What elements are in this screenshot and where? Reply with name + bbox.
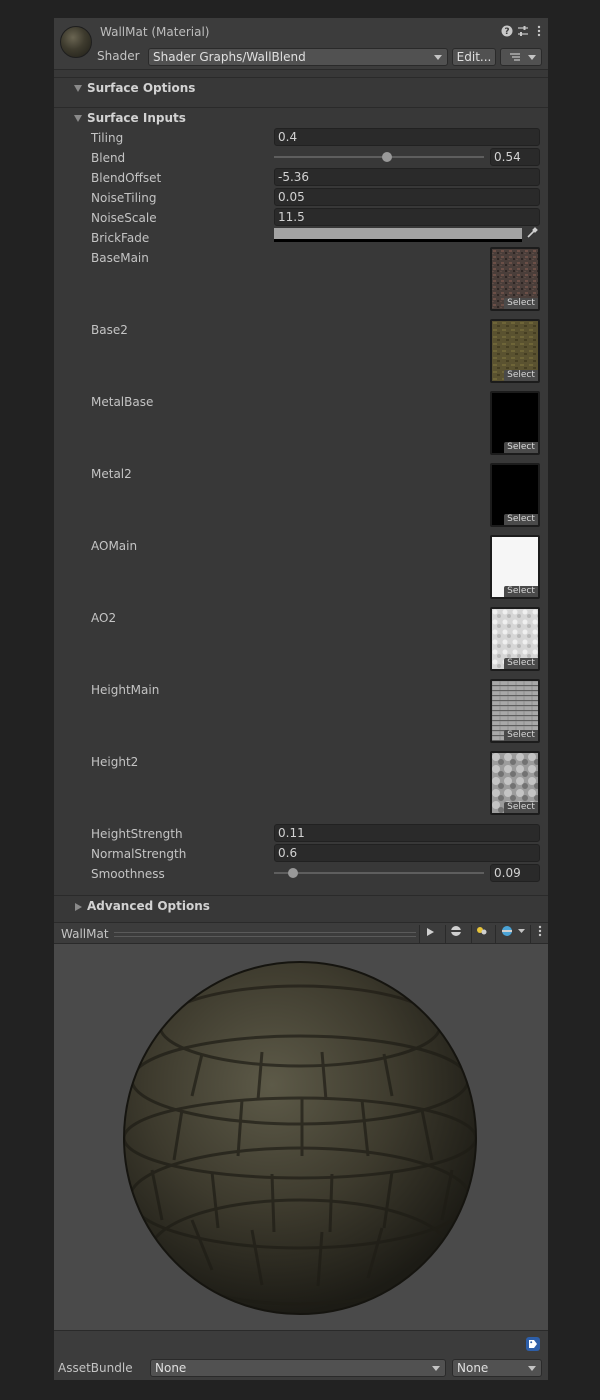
- asset-bundle-variant-value: None: [457, 1361, 489, 1375]
- material-title: WallMat (Material): [100, 25, 210, 39]
- foldout-label: Advanced Options: [87, 899, 210, 913]
- tiling-label: Tiling: [91, 131, 124, 145]
- shader-value: Shader Graphs/WallBlend: [153, 50, 306, 64]
- blend-value-field[interactable]: 0.54: [490, 148, 540, 166]
- help-icon[interactable]: ?: [500, 25, 514, 39]
- blend-label: Blend: [91, 151, 126, 165]
- texture-label-metal2: Metal2: [91, 467, 132, 481]
- select-texture-button[interactable]: Select: [504, 514, 538, 525]
- texture-slot-metal2[interactable]: Select: [490, 463, 540, 527]
- texture-label-metalbase: MetalBase: [91, 395, 154, 409]
- noise-scale-field[interactable]: 11.5: [274, 208, 540, 226]
- preview-toolbar: WallMat: [54, 922, 548, 944]
- foldout-label: Surface Inputs: [87, 111, 186, 125]
- foldout-arrow-icon: [74, 85, 82, 92]
- texture-slot-ao2[interactable]: Select: [490, 607, 540, 671]
- kebab-menu-icon[interactable]: [532, 25, 546, 39]
- lighting-icon[interactable]: [471, 925, 491, 943]
- preview-sphere: [123, 961, 477, 1315]
- shader-label: Shader: [97, 49, 140, 63]
- tiling-field[interactable]: 0.4: [274, 128, 540, 146]
- select-texture-button[interactable]: Select: [504, 298, 538, 309]
- height-strength-label: HeightStrength: [91, 827, 183, 841]
- select-texture-button[interactable]: Select: [504, 802, 538, 813]
- chevron-down-icon: [434, 55, 442, 60]
- chevron-down-icon: [432, 1366, 440, 1371]
- preset-icon[interactable]: [516, 25, 530, 39]
- preview-settings-dropdown[interactable]: [495, 925, 529, 943]
- material-thumbnail: [60, 26, 92, 58]
- texture-label-aomain: AOMain: [91, 539, 138, 553]
- noise-tiling-label: NoiseTiling: [91, 191, 157, 205]
- select-texture-button[interactable]: Select: [504, 730, 538, 741]
- texture-label-base2: Base2: [91, 323, 128, 337]
- inspector-panel: WallMat (Material) ? Shader Shader Graph…: [54, 18, 548, 1380]
- label-tag-icon[interactable]: [526, 1337, 540, 1351]
- asset-bundle-dropdown[interactable]: None: [150, 1359, 446, 1377]
- foldout-advanced-options[interactable]: Advanced Options: [54, 895, 548, 917]
- svg-text:?: ?: [504, 27, 509, 37]
- smoothness-slider-handle[interactable]: [287, 868, 298, 878]
- asset-bundle-label: AssetBundle: [58, 1361, 133, 1375]
- noise-tiling-field[interactable]: 0.05: [274, 188, 540, 206]
- preview-title: WallMat: [61, 927, 109, 941]
- brick-fade-color-swatch[interactable]: [274, 228, 522, 242]
- brick-fade-label: BrickFade: [91, 231, 150, 245]
- height-strength-field[interactable]: 0.11: [274, 824, 540, 842]
- blend-offset-field[interactable]: -5.36: [274, 168, 540, 186]
- chevron-down-icon: [528, 1366, 536, 1371]
- foldout-surface-inputs[interactable]: Surface Inputs: [54, 107, 548, 129]
- blend-slider-handle[interactable]: [382, 152, 393, 162]
- smoothness-slider-track[interactable]: [274, 872, 484, 874]
- eyedropper-icon[interactable]: [524, 227, 540, 243]
- foldout-arrow-icon: [75, 903, 82, 911]
- blend-offset-label: BlendOffset: [91, 171, 162, 185]
- texture-label-ao2: AO2: [91, 611, 117, 625]
- texture-label-height2: Height2: [91, 755, 139, 769]
- foldout-arrow-icon: [74, 115, 82, 122]
- texture-slot-aomain[interactable]: Select: [490, 535, 540, 599]
- asset-bundle-bar: AssetBundle None None: [54, 1330, 548, 1380]
- asset-bundle-value: None: [155, 1361, 187, 1375]
- texture-label-basemain: BaseMain: [91, 251, 149, 265]
- texture-slot-heightmain[interactable]: Select: [490, 679, 540, 743]
- texture-slot-base2[interactable]: Select: [490, 319, 540, 383]
- texture-slot-basemain[interactable]: Select: [490, 247, 540, 311]
- noise-scale-label: NoiseScale: [91, 211, 157, 225]
- shader-dropdown[interactable]: Shader Graphs/WallBlend: [148, 48, 448, 66]
- asset-bundle-variant-dropdown[interactable]: None: [452, 1359, 542, 1377]
- smoothness-value-field[interactable]: 0.09: [490, 864, 540, 882]
- texture-slot-metalbase[interactable]: Select: [490, 391, 540, 455]
- preview-kebab-menu-icon[interactable]: [530, 925, 548, 943]
- play-icon[interactable]: [419, 925, 439, 943]
- foldout-surface-options[interactable]: Surface Options: [54, 77, 548, 99]
- preview-resize-handle[interactable]: [114, 932, 416, 937]
- foldout-label: Surface Options: [87, 81, 196, 95]
- select-texture-button[interactable]: Select: [504, 370, 538, 381]
- edit-shader-button[interactable]: Edit...: [452, 48, 496, 66]
- select-texture-button[interactable]: Select: [504, 586, 538, 597]
- material-preview-viewport[interactable]: [54, 944, 548, 1330]
- preview-shape-icon[interactable]: [445, 925, 465, 943]
- select-texture-button[interactable]: Select: [504, 658, 538, 669]
- select-texture-button[interactable]: Select: [504, 442, 538, 453]
- normal-strength-field[interactable]: 0.6: [274, 844, 540, 862]
- blend-slider-track[interactable]: [274, 156, 484, 158]
- texture-label-heightmain: HeightMain: [91, 683, 160, 697]
- smoothness-label: Smoothness: [91, 867, 165, 881]
- material-header: WallMat (Material) ? Shader Shader Graph…: [54, 18, 548, 70]
- normal-strength-label: NormalStrength: [91, 847, 187, 861]
- shader-options-button[interactable]: [500, 48, 542, 66]
- texture-slot-height2[interactable]: Select: [490, 751, 540, 815]
